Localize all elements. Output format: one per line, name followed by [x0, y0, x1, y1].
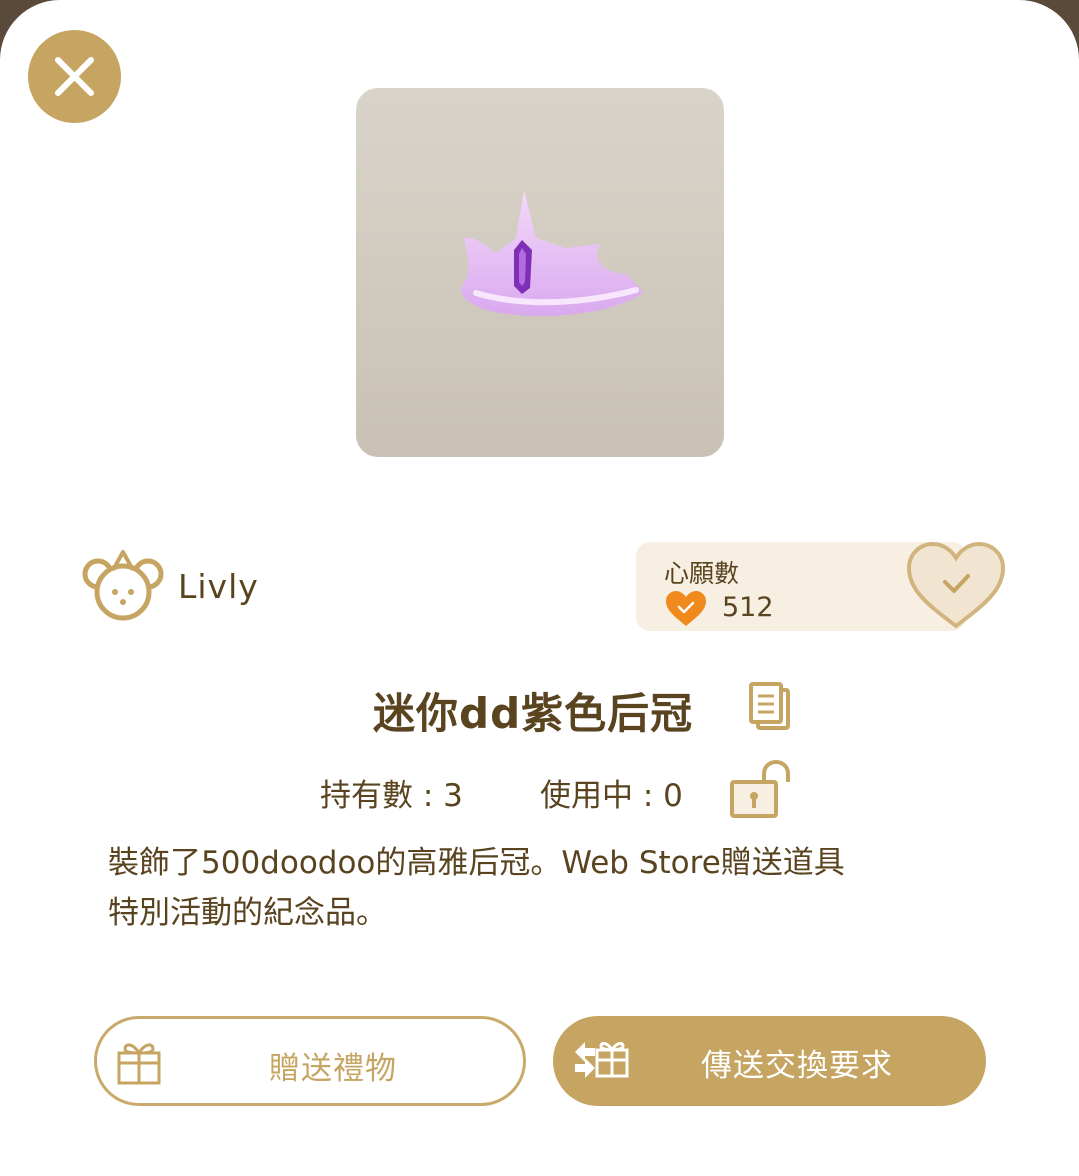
owned-count: 持有數 : 3: [320, 778, 463, 814]
title-row: 迷你dd紫色后冠: [0, 676, 1079, 740]
send-gift-label: 贈送禮物: [269, 1051, 397, 1087]
wish-count: 512: [722, 592, 774, 623]
close-icon: [55, 57, 94, 96]
unlock-icon[interactable]: [728, 760, 792, 820]
description-line-1: 裝飾了500doodoo的高雅后冠。Web Store贈送道具: [108, 845, 845, 881]
wishlist-heart-button[interactable]: [905, 540, 1007, 630]
wish-label: 心願數: [664, 559, 740, 588]
in-use-count: 使用中 : 0: [540, 778, 683, 814]
bear-logo-icon: [82, 550, 164, 621]
send-trade-request-label: 傳送交換要求: [701, 1048, 893, 1084]
item-detail-dialog: Livly 心願數 512 迷你dd紫色后冠 持有數 : 3 使用中 : 0 裝…: [0, 0, 1079, 1176]
trade-icon: [575, 1041, 629, 1078]
item-description: 裝飾了500doodoo的高雅后冠。Web Store贈送道具 特別活動的紀念品…: [108, 838, 968, 938]
brand: Livly: [80, 548, 259, 624]
brand-name: Livly: [178, 566, 259, 606]
item-title: 迷你dd紫色后冠: [373, 689, 694, 738]
copy-icon[interactable]: [748, 682, 792, 732]
heart-icon: [666, 591, 706, 626]
item-image: [356, 88, 724, 457]
description-line-2: 特別活動的紀念品。: [108, 895, 387, 931]
close-button[interactable]: [28, 30, 121, 123]
gift-icon: [117, 1043, 161, 1085]
send-gift-button[interactable]: 贈送禮物: [94, 1016, 526, 1106]
tiara-icon: [461, 190, 644, 317]
send-trade-request-button[interactable]: 傳送交換要求: [553, 1016, 986, 1106]
